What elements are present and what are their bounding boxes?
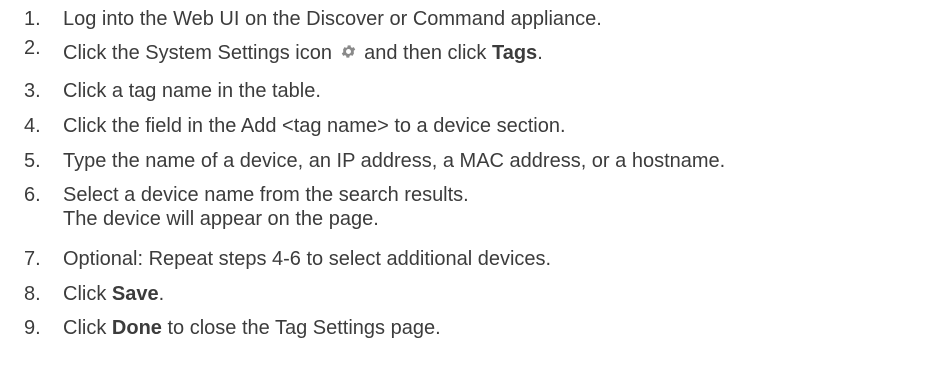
save-label: Save (111, 283, 159, 305)
step-number: 8. (24, 283, 41, 305)
step-text-pre: Click (63, 283, 107, 305)
step-text-line-2: The device will appear on the page. (63, 208, 379, 230)
tags-label: Tags (491, 42, 538, 64)
step-text-post: to close the Tag Settings page. (167, 317, 441, 339)
step-text-post: . (537, 42, 543, 64)
step-text: Log into the Web UI on the Discover or C… (63, 8, 602, 30)
step-text: Optional: Repeat steps 4-6 to select add… (63, 248, 552, 270)
gear-icon (341, 45, 355, 58)
step-text-pre: Click (63, 317, 107, 339)
step-text: Type the name of a device, an IP address… (63, 150, 726, 172)
step-text-post: . (158, 283, 165, 305)
step-text: Select a device name from the search res… (63, 183, 469, 231)
step-number: 2. (24, 37, 41, 59)
step-text: Click the field in the Add <tag name> to… (63, 115, 566, 137)
step-number: 1. (24, 8, 41, 30)
step-text: Click a tag name in the table. (63, 80, 321, 102)
step-text-mid: and then click (364, 42, 487, 64)
step-text: Click the System Settings icon and then … (63, 41, 543, 65)
step-number: 9. (24, 317, 41, 339)
step-number: 7. (24, 248, 41, 270)
step-number: 3. (24, 80, 41, 102)
step-text-line-1: Select a device name from the search res… (63, 184, 469, 206)
step-text: Click Done to close the Tag Settings pag… (63, 316, 441, 340)
step-number: 6. (24, 184, 41, 206)
step-number: 5. (24, 150, 41, 172)
step-text-pre: Click the System Settings icon (63, 42, 332, 64)
step-text: Click Save. (63, 282, 164, 306)
done-label: Done (111, 317, 162, 339)
step-number: 4. (24, 115, 41, 137)
